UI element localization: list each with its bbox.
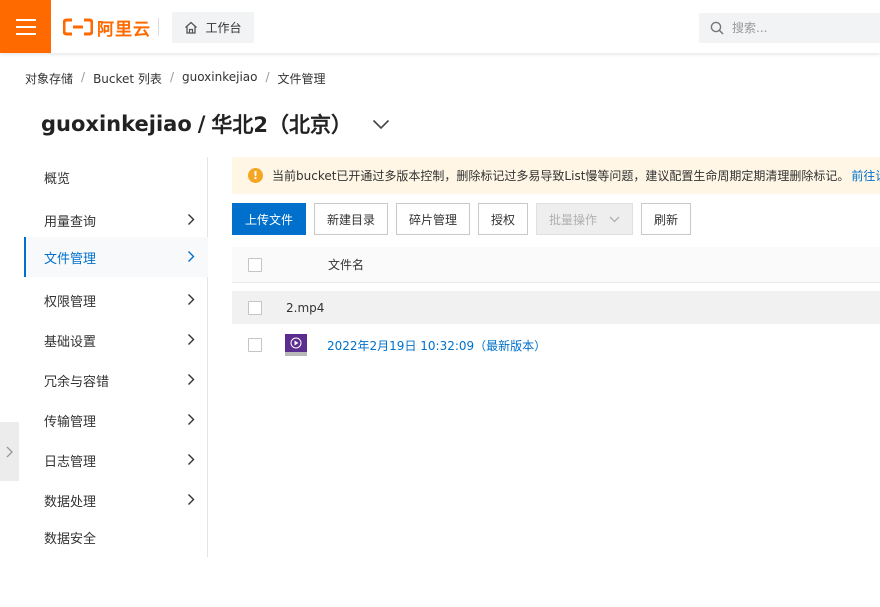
chevron-right-icon [187,250,195,267]
search-icon [710,21,724,35]
sidebar-collapse-toggle[interactable] [0,422,19,481]
chevron-right-icon [187,373,195,390]
sidebar-item-label: 用量查询 [44,214,97,230]
authorize-button[interactable]: 授权 [478,203,528,235]
breadcrumb-bucket[interactable]: guoxinkejiao [182,70,258,87]
breadcrumb-separator: / [81,70,86,84]
sidebar-item-data-security[interactable]: 数据安全 [24,517,208,557]
sidebar-item-label: 数据处理 [44,494,97,510]
file-toolbar: 上传文件 新建目录 碎片管理 授权 批量操作 刷新 [232,203,691,235]
chevron-right-icon [187,293,195,310]
chevron-right-icon [6,446,13,457]
sidebar-item-permissions[interactable]: 权限管理 [24,280,208,320]
file-table-header: 文件名 [232,247,880,283]
breadcrumb: 对象存储 / Bucket 列表 / guoxinkejiao / 文件管理 [25,70,326,87]
chevron-right-icon [187,453,195,470]
sidebar-item-data-processing[interactable]: 数据处理 [24,480,208,520]
sidebar-item-logs[interactable]: 日志管理 [24,440,208,480]
sidebar-item-label: 权限管理 [44,294,97,310]
sidebar-item-file-management[interactable]: 文件管理 [24,237,208,277]
chevron-right-icon [187,413,195,430]
fragment-management-button[interactable]: 碎片管理 [396,203,470,235]
sidebar-item-usage[interactable]: 用量查询 [24,200,208,240]
row-checkbox[interactable] [248,300,262,315]
page-title: guoxinkejiao / 华北2（北京） [41,109,390,139]
table-row[interactable]: 2.mp4 [232,291,880,324]
video-file-icon [285,334,307,356]
version-link[interactable]: 2022年2月19日 10:32:09（最新版本） [327,337,546,354]
aliyun-logo-icon [63,18,93,36]
breadcrumb-current: 文件管理 [277,72,326,86]
chevron-down-icon [609,216,620,222]
workbench-label: 工作台 [205,21,242,35]
sidebar-item-transfer[interactable]: 传输管理 [24,400,208,440]
workbench-button[interactable]: 工作台 [172,12,254,43]
notice-settings-link[interactable]: 前往设置 [851,167,880,184]
chevron-right-icon [187,213,195,230]
search-input[interactable] [732,21,872,35]
sidebar-item-label: 传输管理 [44,414,97,430]
versioning-notice: ! 当前bucket已开通过多版本控制，删除标记过多易导致List慢等问题，建议… [232,157,880,194]
sidebar-item-label: 文件管理 [44,251,97,267]
title-separator: / [197,112,206,136]
bucket-name: guoxinkejiao [41,112,192,136]
sidebar-item-label: 日志管理 [44,454,97,470]
bucket-switch-chevron-down-icon[interactable] [372,119,390,130]
sidebar-item-label: 数据安全 [44,531,97,547]
notice-text: 当前bucket已开通过多版本控制，删除标记过多易导致List慢等问题，建议配置… [272,169,850,183]
top-navigation-bar: 阿里云 工作台 [0,0,880,53]
sidebar-item-label: 概览 [44,171,71,187]
home-icon [185,21,198,34]
logo-divider [158,18,159,36]
column-header-filename: 文件名 [328,258,365,272]
file-name: 2.mp4 [286,300,325,315]
row-checkbox[interactable] [248,338,262,352]
chevron-right-icon [187,333,195,350]
logo-text: 阿里云 [97,19,151,40]
refresh-button[interactable]: 刷新 [641,203,691,235]
sidebar-item-label: 冗余与容错 [44,374,110,390]
breadcrumb-object-storage[interactable]: 对象存储 [25,70,73,87]
bucket-region: 华北2（北京） [211,113,353,137]
bucket-sidebar: 概览 用量查询 文件管理 权限管理 基础设置 冗余与容错 传输管理 日志管理 数… [0,157,208,557]
breadcrumb-separator: / [169,70,174,84]
chevron-right-icon [187,493,195,510]
hamburger-menu-icon[interactable] [0,0,51,53]
aliyun-logo[interactable]: 阿里云 [63,15,151,40]
batch-operation-label: 批量操作 [549,212,598,227]
select-all-checkbox[interactable] [248,257,262,272]
new-directory-button[interactable]: 新建目录 [314,203,388,235]
global-search[interactable] [699,13,880,43]
sidebar-item-basic-settings[interactable]: 基础设置 [24,320,208,360]
upload-file-button[interactable]: 上传文件 [232,203,306,235]
breadcrumb-separator: / [265,70,270,84]
batch-operation-dropdown[interactable]: 批量操作 [536,203,633,235]
sidebar-item-overview[interactable]: 概览 [24,157,208,197]
table-row[interactable]: 2022年2月19日 10:32:09（最新版本） [232,331,880,359]
sidebar-item-label: 基础设置 [44,334,97,350]
warning-icon: ! [248,168,263,183]
breadcrumb-bucket-list[interactable]: Bucket 列表 [93,70,162,87]
sidebar-item-redundancy[interactable]: 冗余与容错 [24,360,208,400]
